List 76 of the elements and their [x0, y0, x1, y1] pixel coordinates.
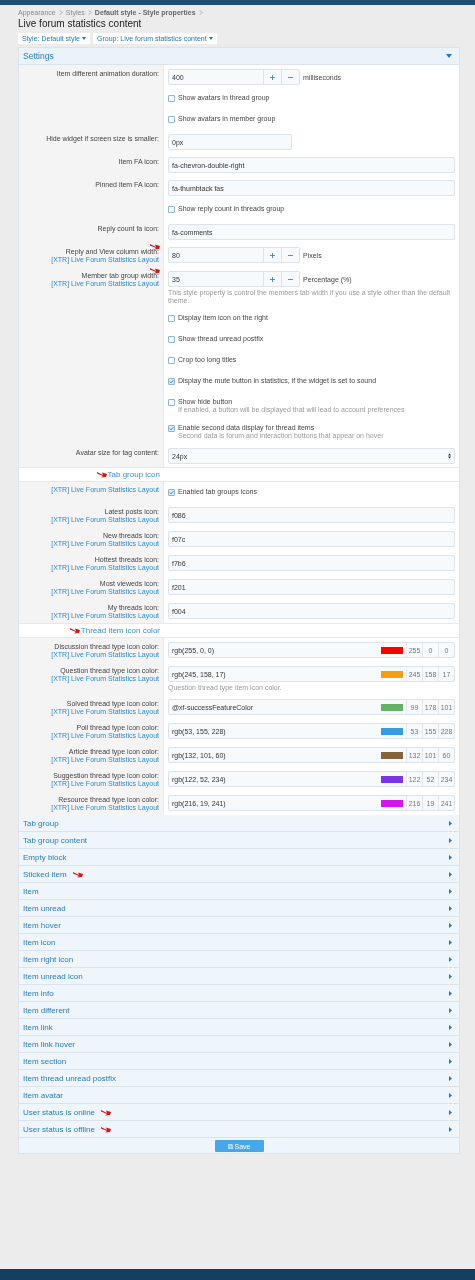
group-header[interactable]: User status is offline	[19, 1121, 459, 1138]
plus-icon	[270, 276, 275, 282]
section-heading: Thread item icon color	[80, 626, 160, 635]
group-header[interactable]: Item thread unread postfix	[19, 1070, 459, 1087]
plus-icon	[270, 252, 275, 258]
updown-icon	[448, 453, 451, 459]
group-header[interactable]: Settings	[19, 48, 459, 65]
save-icon	[227, 1143, 233, 1149]
caret-right-icon	[449, 1041, 452, 1047]
caret-right-icon	[449, 888, 452, 894]
page-title: Live forum statistics content	[18, 18, 143, 30]
checkbox[interactable]	[168, 116, 175, 123]
caret-right-icon	[449, 1007, 452, 1013]
group-header[interactable]: Item icon	[19, 934, 459, 951]
caret-right-icon	[449, 1126, 452, 1132]
group-header[interactable]: Item info	[19, 985, 459, 1002]
checkbox[interactable]	[168, 315, 175, 322]
minus-icon	[288, 252, 293, 258]
caret-right-icon	[449, 973, 452, 979]
checkbox[interactable]	[168, 336, 175, 343]
caret-right-icon	[449, 871, 452, 877]
caret-down-icon	[446, 54, 452, 58]
caret-right-icon	[449, 1109, 452, 1115]
group-header[interactable]: Item hover	[19, 917, 459, 934]
caret-icon	[81, 37, 86, 40]
color-swatch[interactable]	[381, 703, 403, 711]
caret-right-icon	[449, 939, 452, 945]
checkbox[interactable]	[168, 357, 175, 364]
group-header[interactable]: Tab group content	[19, 832, 459, 849]
group-header[interactable]: Item avatar	[19, 1087, 459, 1104]
minus-icon	[288, 276, 293, 282]
check-icon	[169, 379, 174, 384]
checkbox[interactable]	[168, 425, 175, 432]
group-header[interactable]: Item	[19, 883, 459, 900]
group-header[interactable]: Tab group	[19, 815, 459, 832]
plus-icon	[270, 74, 275, 80]
checkbox[interactable]	[168, 399, 175, 406]
caret-right-icon	[449, 990, 452, 996]
caret-right-icon	[449, 820, 452, 826]
group-header[interactable]: User status is online	[19, 1104, 459, 1121]
check-icon	[169, 490, 174, 495]
color-swatch[interactable]	[381, 670, 403, 678]
group-header[interactable]: Sticked item	[19, 866, 459, 883]
color-swatch[interactable]	[381, 775, 403, 783]
checkbox[interactable]	[168, 378, 175, 385]
caret-right-icon	[449, 905, 452, 911]
caret-right-icon	[449, 1092, 452, 1098]
section-heading: Tab group icon	[107, 470, 160, 479]
group-header[interactable]: Item different	[19, 1002, 459, 1019]
minus-icon	[288, 74, 293, 80]
checkbox[interactable]	[168, 206, 175, 213]
caret-icon	[208, 37, 213, 40]
caret-right-icon	[449, 1024, 452, 1030]
caret-right-icon	[449, 1058, 452, 1064]
group-header[interactable]: Item unread	[19, 900, 459, 917]
group-header[interactable]: Item section	[19, 1053, 459, 1070]
group-header[interactable]: Item unread icon	[19, 968, 459, 985]
chevron-icon	[87, 10, 92, 15]
group-header[interactable]: Item link hover	[19, 1036, 459, 1053]
check-icon	[169, 426, 174, 431]
group-header[interactable]: Item link	[19, 1019, 459, 1036]
color-swatch[interactable]	[381, 727, 403, 735]
caret-right-icon	[449, 1075, 452, 1081]
chevron-icon	[58, 10, 63, 15]
checkbox[interactable]	[168, 95, 175, 102]
chevron-icon	[198, 10, 203, 15]
group-header[interactable]: Item right icon	[19, 951, 459, 968]
color-swatch[interactable]	[381, 751, 403, 759]
color-swatch[interactable]	[381, 799, 403, 807]
caret-right-icon	[449, 922, 452, 928]
checkbox[interactable]	[168, 489, 175, 496]
group-header[interactable]: Empty block	[19, 849, 459, 866]
color-swatch[interactable]	[381, 646, 403, 654]
caret-right-icon	[449, 956, 452, 962]
caret-right-icon	[449, 854, 452, 860]
caret-right-icon	[449, 837, 452, 843]
